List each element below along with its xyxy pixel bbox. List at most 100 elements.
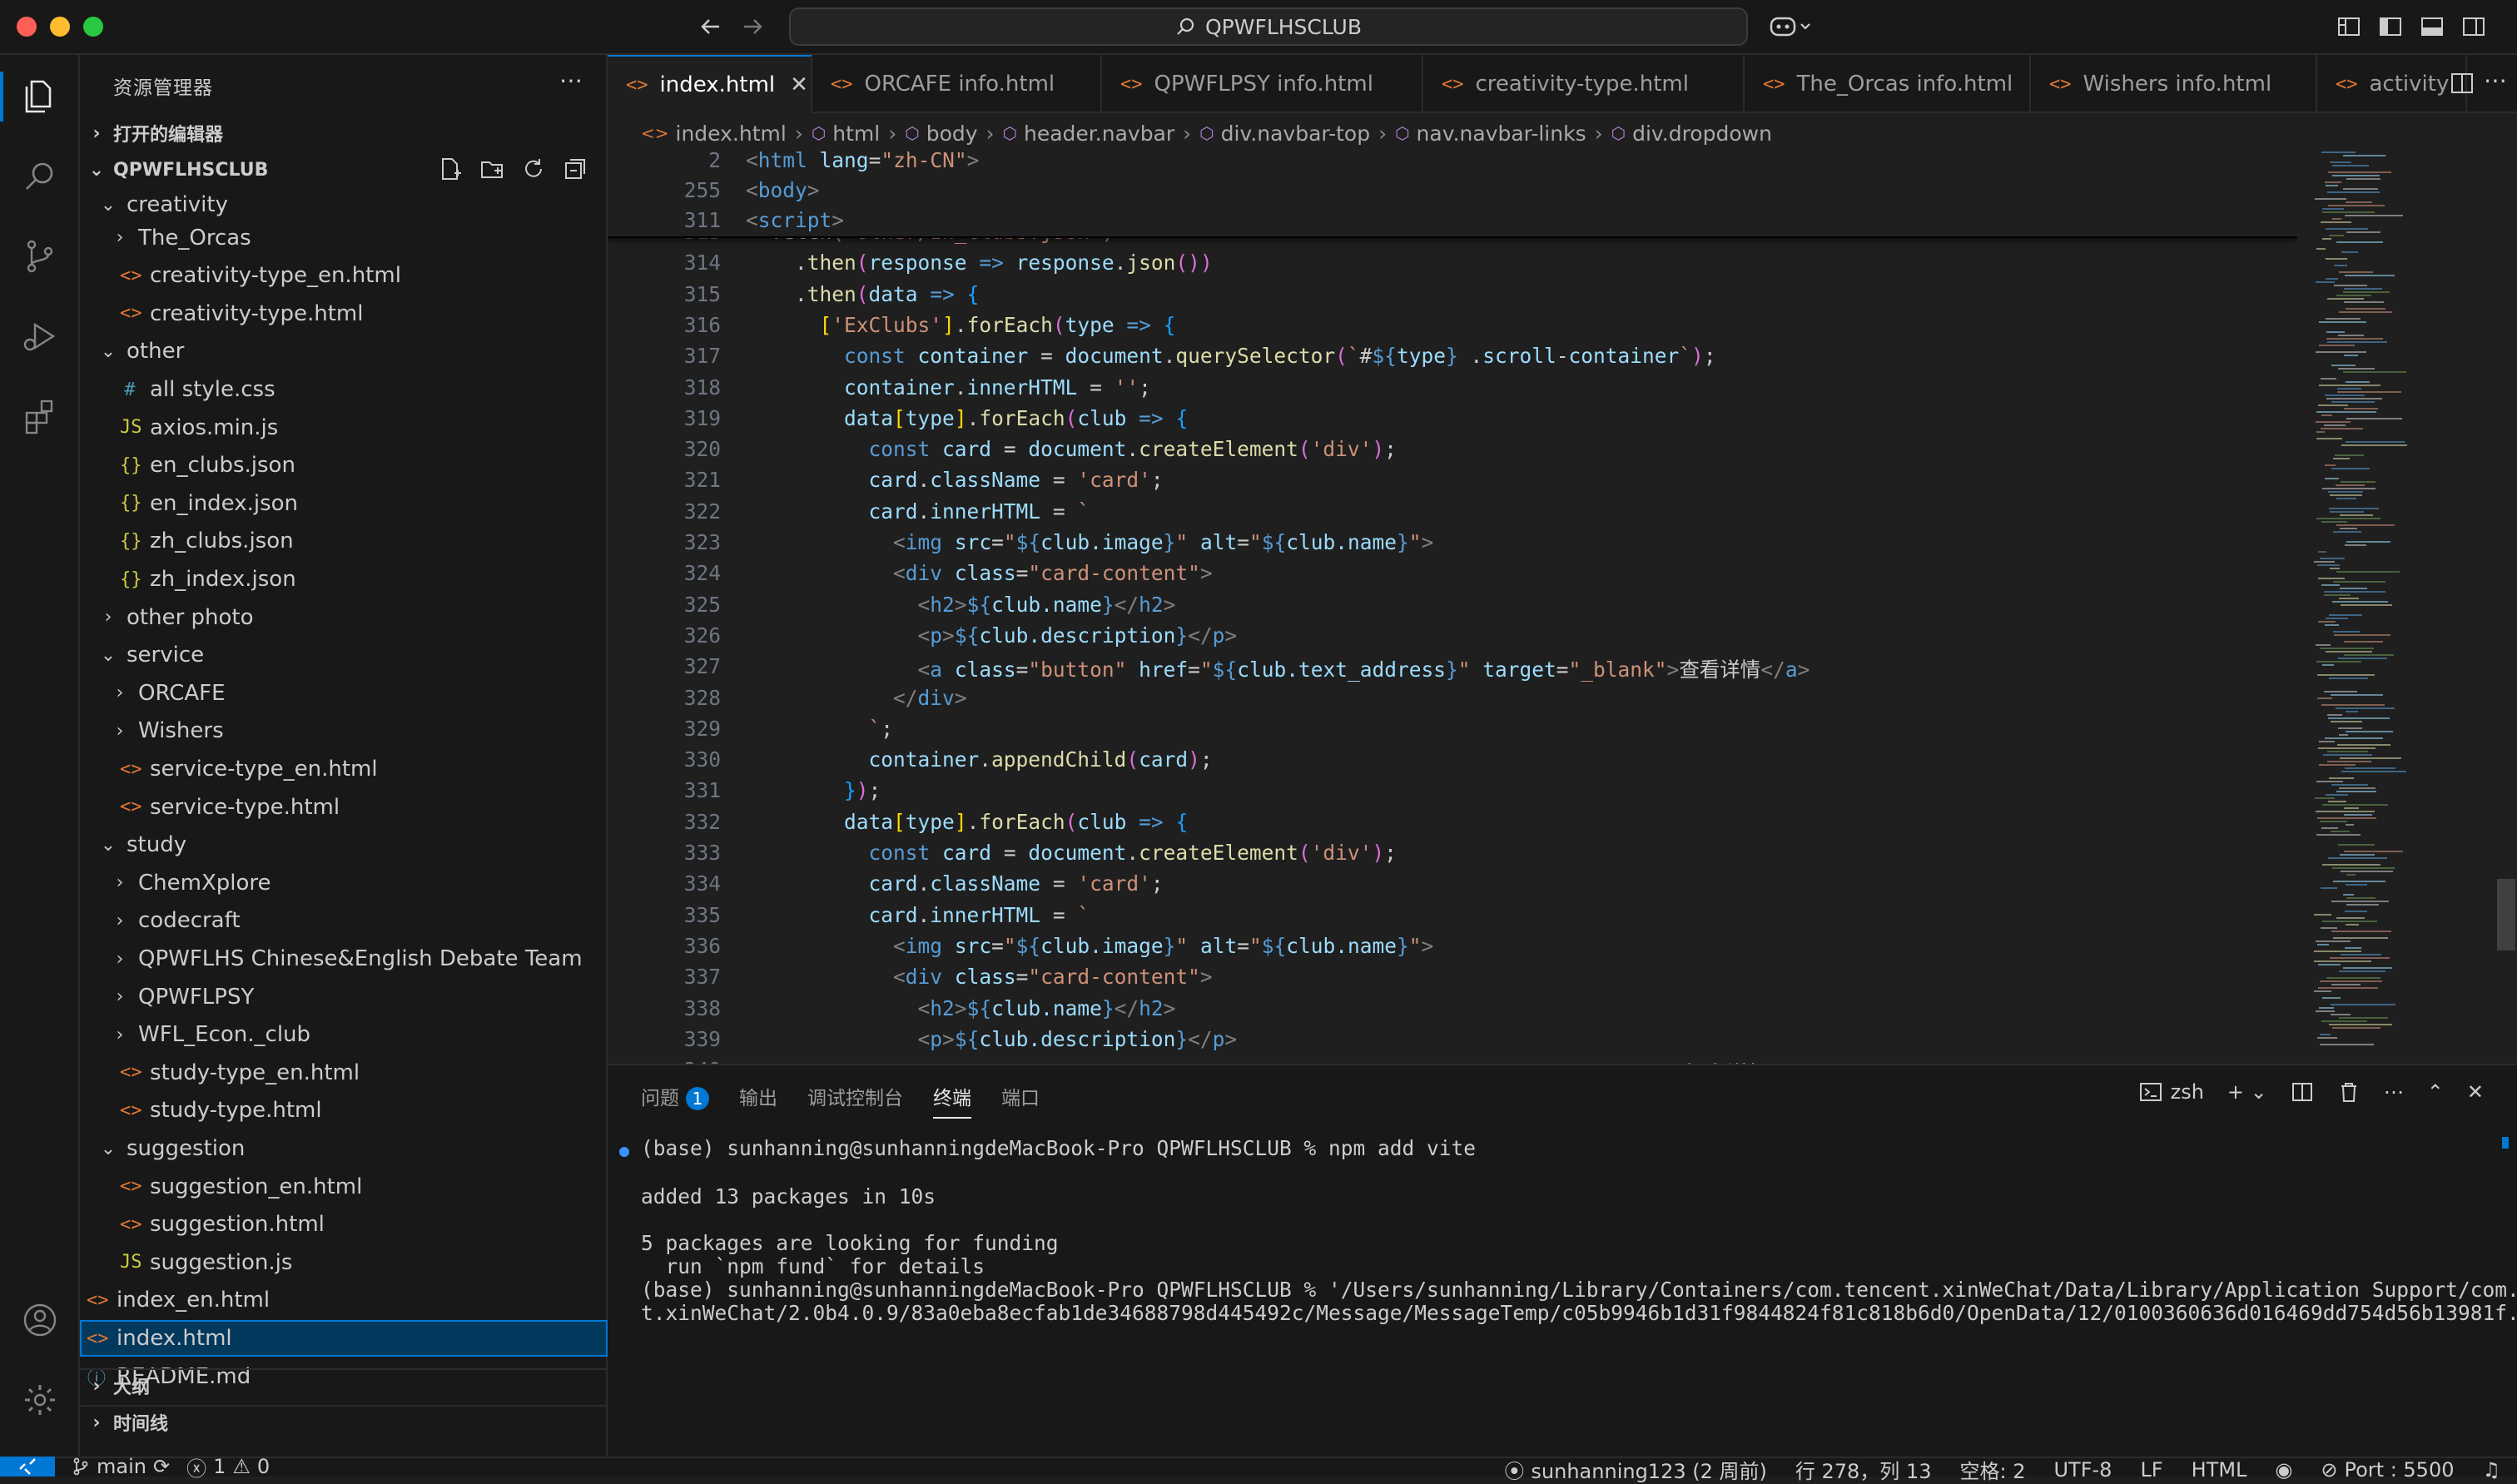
code-editor[interactable]: 313 fetch('other/zh_clubs.json')314 .the… [608, 148, 2297, 1064]
tree-item[interactable]: # all style.css [80, 371, 608, 408]
live-server-status[interactable]: ⊘ Port : 5500 [2321, 1458, 2454, 1482]
terminal-shell-selector[interactable]: zsh [2139, 1080, 2204, 1104]
tab-wishers-info-html[interactable]: <> Wishers info.html [2031, 55, 2317, 113]
search-view-icon[interactable] [15, 151, 65, 201]
tree-item[interactable]: <> study-type.html [80, 1092, 608, 1129]
more-actions-icon[interactable]: ⋯ [559, 67, 583, 94]
panel-tab[interactable]: 调试控制台 [807, 1082, 903, 1119]
toggle-primary-sidebar-icon[interactable] [2376, 12, 2405, 42]
tree-item[interactable]: <> index_en.html [80, 1282, 608, 1318]
refresh-icon[interactable] [521, 156, 546, 181]
copilot-status-icon[interactable]: ◉ [2275, 1458, 2292, 1482]
collapse-all-icon[interactable] [563, 156, 588, 181]
close-tab-icon[interactable]: ✕ [790, 72, 808, 97]
tab-activity[interactable]: <> activity [2317, 55, 2467, 113]
new-file-icon[interactable] [438, 156, 463, 181]
notifications-bell-icon[interactable]: ♫ [2482, 1458, 2500, 1482]
tree-item[interactable]: {} zh_index.json [80, 561, 608, 598]
split-terminal-icon[interactable] [2291, 1080, 2314, 1104]
breadcrumb-item[interactable]: div.navbar-top [1221, 122, 1370, 146]
editor-more-actions-icon[interactable]: ⋯ [2484, 67, 2507, 94]
run-debug-icon[interactable] [15, 311, 65, 361]
maximize-panel-icon[interactable]: ⌃ [2427, 1080, 2444, 1104]
sticky-scroll[interactable]: 2 <html lang="zh-CN"> 255 <body> 311 <script> [608, 148, 2297, 238]
close-window-button[interactable] [17, 17, 37, 37]
toggle-panel-icon[interactable] [2417, 12, 2447, 42]
toggle-secondary-sidebar-icon[interactable] [2459, 12, 2489, 42]
remote-indicator-icon[interactable] [0, 1457, 55, 1477]
trash-icon[interactable] [2337, 1080, 2361, 1104]
tree-item[interactable]: {} en_clubs.json [80, 447, 608, 484]
customize-layout-icon[interactable] [2334, 12, 2364, 42]
tree-item[interactable]: <> creativity-type_en.html [80, 257, 608, 294]
tab-qpwflpsy-info-html[interactable]: <> QPWFLPSY info.html [1102, 55, 1423, 113]
breadcrumb-item[interactable]: nav.navbar-links [1417, 122, 1586, 146]
encoding-status[interactable]: UTF-8 [2053, 1458, 2112, 1482]
branch-status[interactable]: main ⟳ [72, 1455, 170, 1478]
terminal-output[interactable]: (base) sunhanning@sunhanningdeMacBook-Pr… [641, 1137, 2517, 1325]
minimap[interactable] [2297, 148, 2497, 1064]
tab-creativity-type-html[interactable]: <> creativity-type.html [1423, 55, 1745, 113]
tree-item[interactable]: JS axios.min.js [80, 409, 608, 446]
tree-item[interactable]: › The_Orcas [80, 220, 608, 256]
sticky-code-line[interactable]: <body> [746, 178, 820, 202]
tree-item[interactable]: › ChemXplore [80, 865, 608, 901]
editor-scrollbar[interactable] [2497, 879, 2515, 950]
zoom-window-button[interactable] [83, 17, 103, 37]
sticky-code-line[interactable]: <script> [746, 208, 844, 232]
new-terminal-icon[interactable]: + ⌄ [2227, 1080, 2267, 1104]
breadcrumb-item[interactable]: body [926, 122, 978, 146]
tree-item[interactable]: › other photo [80, 599, 608, 636]
panel-tab[interactable]: 端口 [1001, 1082, 1040, 1119]
extensions-icon[interactable] [15, 391, 65, 441]
close-panel-icon[interactable]: ✕ [2467, 1080, 2484, 1104]
breadcrumb-item[interactable]: html [832, 122, 880, 146]
explorer-icon[interactable] [0, 72, 65, 122]
tree-item[interactable]: ⌄ other [80, 333, 608, 370]
tree-item[interactable]: › WFL_Econ._club [80, 1016, 608, 1053]
breadcrumb-item[interactable]: header.navbar [1024, 122, 1174, 146]
settings-gear-icon[interactable] [15, 1375, 65, 1425]
timeline-section[interactable]: › 时间线 [80, 1405, 608, 1438]
breadcrumb-item[interactable]: div.dropdown [1632, 122, 1772, 146]
panel-tab[interactable]: 问题 1 [641, 1082, 709, 1119]
sticky-code-line[interactable]: <html lang="zh-CN"> [746, 148, 979, 172]
minimize-window-button[interactable] [50, 17, 70, 37]
open-editors-section[interactable]: › 打开的编辑器 [80, 117, 608, 150]
tree-item[interactable]: › ORCAFE [80, 675, 608, 712]
tree-item[interactable]: ⌄ study [80, 826, 608, 863]
source-control-icon[interactable] [15, 231, 65, 281]
split-editor-icon[interactable] [2449, 70, 2475, 97]
panel-tab[interactable]: 终端 [933, 1082, 971, 1119]
tab-orcafe-info-html[interactable]: <> ORCAFE info.html [812, 55, 1102, 113]
cursor-position[interactable]: 行 278，列 13 [1795, 1455, 1932, 1484]
eol-status[interactable]: LF [2140, 1458, 2162, 1482]
problems-status[interactable]: ⓧ 1 ⚠ 0 [186, 1452, 270, 1482]
accounts-icon[interactable] [15, 1295, 65, 1345]
tree-item[interactable]: <> suggestion_en.html [80, 1169, 608, 1205]
tab-the-orcas-info-html[interactable]: <> The_Orcas info.html [1745, 55, 2031, 113]
tree-item[interactable]: {} en_index.json [80, 485, 608, 522]
tab-index-html[interactable]: <> index.html ✕ [608, 55, 812, 113]
tree-item[interactable]: {} zh_clubs.json [80, 523, 608, 559]
panel-more-icon[interactable]: ⋯ [2384, 1080, 2404, 1104]
indentation-status[interactable]: 空格: 2 [1959, 1455, 2025, 1484]
tree-item[interactable]: <> suggestion.html [80, 1206, 608, 1243]
back-arrow-icon[interactable] [696, 12, 726, 42]
tree-item[interactable]: ⌄ suggestion [80, 1130, 608, 1167]
tree-item[interactable]: <> creativity-type.html [80, 295, 608, 332]
tree-item[interactable]: <> service-type_en.html [80, 751, 608, 787]
breadcrumb-item[interactable]: index.html [676, 122, 787, 146]
outline-section[interactable]: › 大纲 [80, 1368, 608, 1402]
tree-item[interactable]: <> index.html [80, 1320, 608, 1357]
tree-item[interactable]: › codecraft [80, 902, 608, 939]
tree-item[interactable]: <> service-type.html [80, 789, 608, 826]
git-blame-status[interactable]: ⦿ sunhanning123 (2 周前) [1504, 1455, 1766, 1484]
tree-item[interactable]: ⌄ creativity [80, 186, 608, 223]
tree-item[interactable]: <> study-type_en.html [80, 1055, 608, 1091]
command-center-search[interactable]: QPWFLHSCLUB [789, 7, 1748, 46]
panel-tab[interactable]: 输出 [739, 1082, 777, 1119]
forward-arrow-icon[interactable] [737, 12, 767, 42]
sync-icon[interactable]: ⟳ [153, 1455, 170, 1478]
new-folder-icon[interactable] [479, 156, 504, 181]
